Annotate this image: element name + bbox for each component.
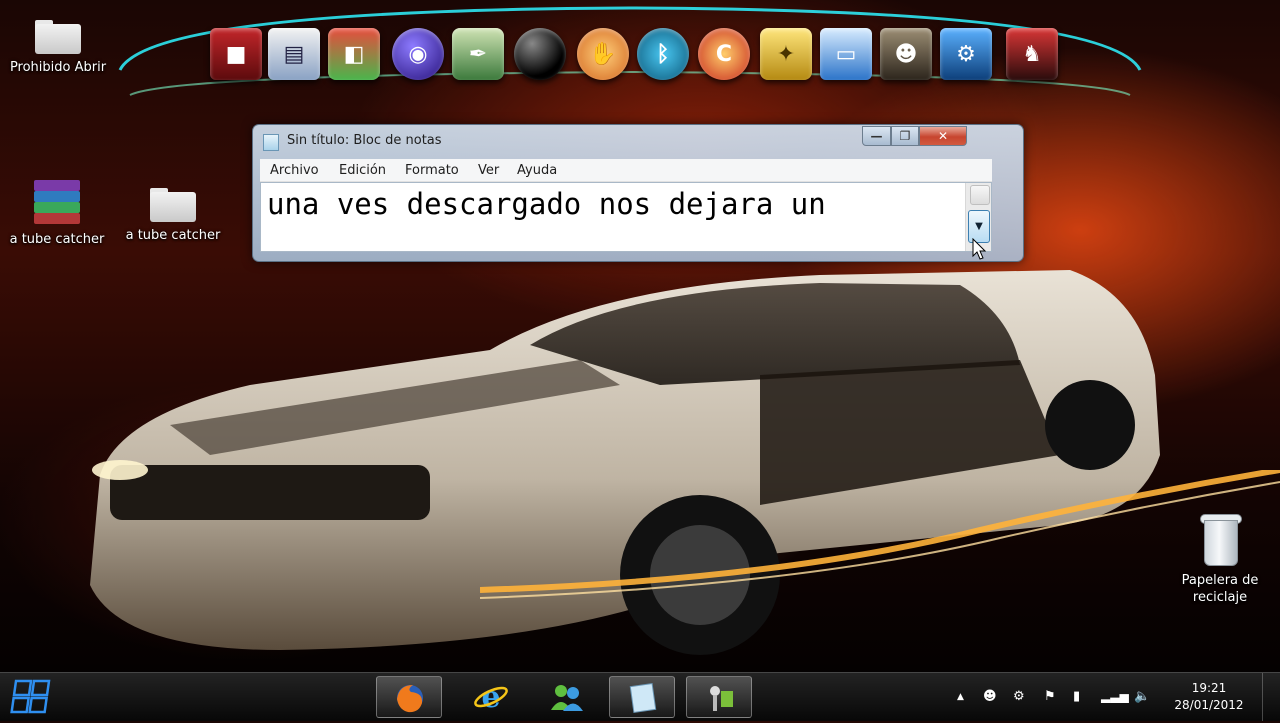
menu-bar: Archivo Edición Formato Ver Ayuda: [260, 159, 992, 182]
window-titlebar[interactable]: Sin título: Bloc de notas — ❐ ✕: [253, 125, 1023, 155]
wallpaper-car: [90, 270, 1160, 655]
menu-formato[interactable]: Formato: [405, 163, 459, 178]
mouse-cursor-icon: [972, 238, 986, 260]
maroon-app-icon[interactable]: ■: [210, 28, 262, 80]
maximize-button[interactable]: ❐: [891, 126, 919, 146]
menu-ver[interactable]: Ver: [478, 163, 499, 178]
desktop-icon-label: a tube catcher: [9, 232, 105, 247]
dock-ring: [118, 6, 1142, 96]
winrar-archive-icon: [30, 180, 84, 224]
text-editor-area[interactable]: una ves descargado nos dejara un ▼: [260, 182, 992, 252]
svg-text:e: e: [481, 680, 500, 715]
desktop-icon-label: Papelera de reciclaje: [1181, 573, 1259, 605]
tray-usb-icon[interactable]: ▮: [1073, 689, 1080, 704]
scroll-thumb[interactable]: [970, 185, 990, 205]
ccleaner-icon[interactable]: C: [698, 28, 750, 80]
taskbar-internet-explorer[interactable]: e: [458, 676, 524, 718]
menu-edicion[interactable]: Edición: [339, 163, 386, 178]
tray-gear-icon[interactable]: ⚙: [1013, 689, 1025, 704]
tray-face-icon[interactable]: ☻: [983, 689, 997, 704]
tools-icon[interactable]: ⚙: [940, 28, 992, 80]
gta-icon[interactable]: ☻: [880, 28, 932, 80]
blue-orb-icon[interactable]: ◉: [392, 28, 444, 80]
taskbar-firefox[interactable]: [376, 676, 442, 718]
taskbar: e ▲ ☻ ⚙ ⚑ ▮ ▂▃▅ 🔈 19:21 28/01/2012: [0, 672, 1280, 721]
clock-time: 19:21: [1191, 681, 1227, 695]
desktop-icon-a-tube-catcher-folder[interactable]: a tube catcher: [121, 188, 225, 243]
desktop-icon-recycle-bin[interactable]: Papelera de reciclaje: [1168, 514, 1272, 606]
close-button[interactable]: ✕: [919, 126, 967, 146]
wallpaper-neon-streak: [480, 470, 1280, 599]
folder-icon: [150, 188, 196, 222]
clock-date: 28/01/2012: [1174, 698, 1244, 712]
tray-flag-icon[interactable]: ⚑: [1044, 689, 1056, 704]
messenger-icon: [551, 685, 583, 711]
feather-icon[interactable]: ✒: [452, 28, 504, 80]
minimize-button[interactable]: —: [862, 126, 891, 146]
bluetooth-icon[interactable]: ᛒ: [637, 28, 689, 80]
media-icon: [710, 686, 733, 711]
desktop-icon-label: Prohibido Abrir: [9, 60, 107, 75]
internet-explorer-icon: e: [474, 680, 508, 715]
recycle-bin-icon: [1200, 514, 1242, 566]
taskbar-media[interactable]: [686, 676, 752, 718]
character-icon[interactable]: ♞: [1006, 28, 1058, 80]
taskbar-messenger[interactable]: [534, 676, 600, 718]
tray-network-icon[interactable]: ▂▃▅: [1101, 689, 1129, 703]
start-button[interactable]: [6, 675, 62, 719]
control-panel-icon[interactable]: ▤: [268, 28, 320, 80]
desktop-icon-label: a tube catcher: [125, 228, 221, 243]
gadgets-icon[interactable]: ✦: [760, 28, 812, 80]
office-icon[interactable]: ◧: [328, 28, 380, 80]
notepad-window[interactable]: Sin título: Bloc de notas — ❐ ✕ Archivo …: [252, 124, 1024, 262]
desktop-icon-prohibido-abrir[interactable]: Prohibido Abrir: [6, 20, 110, 75]
taskbar-notepad[interactable]: [609, 676, 675, 718]
notepad-icon: [629, 683, 657, 713]
menu-archivo[interactable]: Archivo: [270, 163, 319, 178]
desktop-icon-a-tube-catcher-rar[interactable]: a tube catcher: [5, 180, 109, 247]
window-title: Sin título: Bloc de notas: [287, 133, 442, 148]
editor-text: una ves descargado nos dejara un: [267, 187, 826, 221]
menu-ayuda[interactable]: Ayuda: [517, 163, 557, 178]
hand-icon[interactable]: ✋: [577, 28, 629, 80]
show-hidden-icons-button[interactable]: ▲: [957, 692, 964, 702]
firefox-icon: [397, 685, 423, 713]
show-desktop-button[interactable]: [1262, 673, 1280, 721]
tray-volume-icon[interactable]: 🔈: [1134, 689, 1150, 704]
notepad-app-icon: [263, 134, 279, 151]
folder-icon: [35, 20, 81, 54]
black-ball-icon[interactable]: [514, 28, 566, 80]
tray-clock[interactable]: 19:21 28/01/2012: [1168, 680, 1250, 714]
display-icon[interactable]: ▭: [820, 28, 872, 80]
